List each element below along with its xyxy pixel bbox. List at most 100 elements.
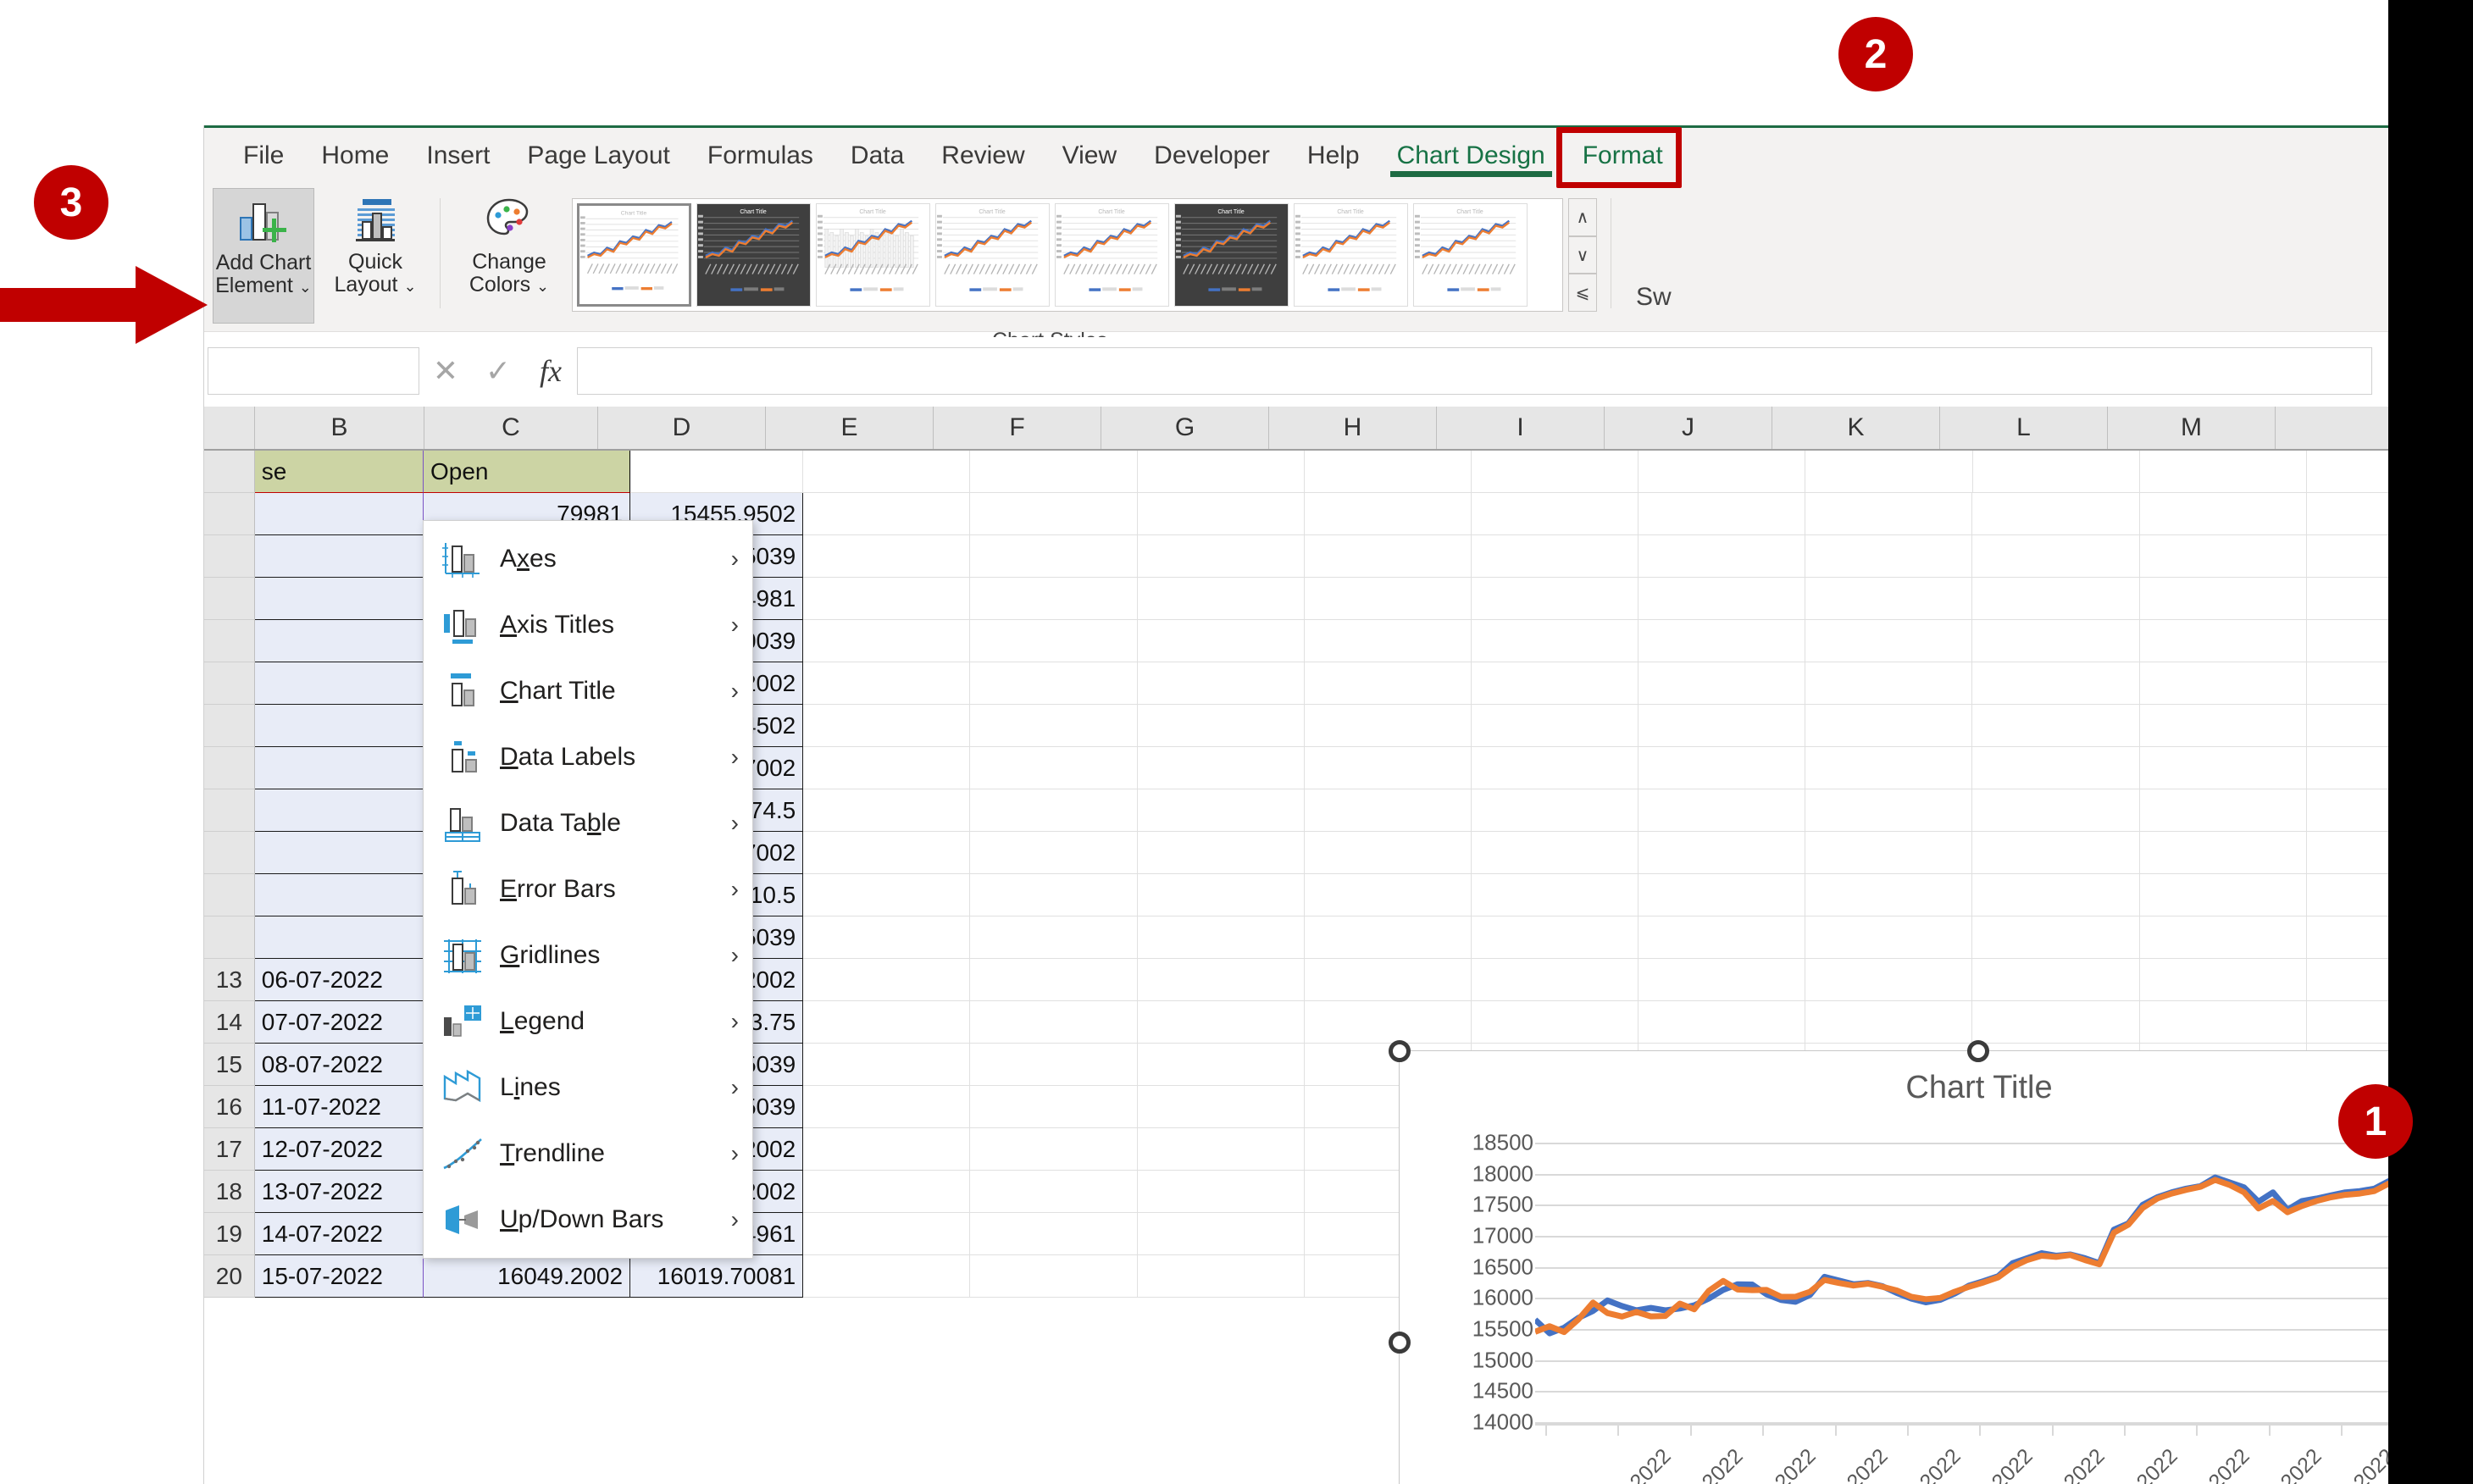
cell-blank[interactable] bbox=[803, 493, 971, 535]
cell-blank[interactable] bbox=[803, 1213, 971, 1255]
row-header[interactable] bbox=[204, 705, 255, 747]
menu-item-up-down-bars[interactable]: Up/Down Bars › bbox=[424, 1187, 752, 1253]
column-header-M[interactable]: M bbox=[2108, 407, 2276, 449]
switch-row-column-button[interactable]: Sw bbox=[1636, 283, 1672, 312]
cell-a-5[interactable] bbox=[254, 705, 424, 747]
cell-blank[interactable] bbox=[1304, 578, 1472, 620]
chart-style-thumb-8[interactable]: Chart Title bbox=[1413, 203, 1528, 307]
cell-blank[interactable] bbox=[803, 1171, 971, 1213]
column-header-J[interactable]: J bbox=[1605, 407, 1772, 449]
name-box[interactable] bbox=[208, 347, 419, 395]
gallery-scroll-down-button[interactable]: ∨ bbox=[1568, 235, 1597, 274]
cell-blank[interactable] bbox=[803, 578, 971, 620]
confirm-entry-icon[interactable]: ✓ bbox=[472, 347, 524, 395]
cell-blank[interactable] bbox=[1137, 874, 1305, 916]
row-header[interactable] bbox=[204, 535, 255, 578]
cell-blank[interactable] bbox=[1805, 578, 1973, 620]
cell-blank[interactable] bbox=[803, 451, 971, 493]
cell-blank[interactable] bbox=[1972, 916, 2140, 959]
cell-a-8[interactable] bbox=[254, 832, 424, 874]
row-header[interactable]: 15 bbox=[204, 1044, 255, 1086]
chart-handle-ml[interactable] bbox=[1389, 1332, 1411, 1354]
cell-blank[interactable] bbox=[803, 620, 971, 662]
cell-blank[interactable] bbox=[970, 1044, 1138, 1086]
cell-blank[interactable] bbox=[1805, 916, 1973, 959]
cell-blank[interactable] bbox=[970, 874, 1138, 916]
cell-a-12[interactable]: 07-07-2022 bbox=[254, 1001, 424, 1044]
row-header[interactable] bbox=[204, 789, 255, 832]
cell-blank[interactable] bbox=[1471, 832, 1639, 874]
cancel-entry-icon[interactable]: ✕ bbox=[419, 347, 472, 395]
cell-blank[interactable] bbox=[1639, 1001, 1806, 1044]
cell-blank[interactable] bbox=[1639, 493, 1806, 535]
cell-blank[interactable] bbox=[1972, 874, 2140, 916]
cell-blank[interactable] bbox=[2139, 578, 2307, 620]
row-header[interactable] bbox=[204, 747, 255, 789]
cell-a-7[interactable] bbox=[254, 789, 424, 832]
cell-blank[interactable] bbox=[1304, 1001, 1472, 1044]
menu-item-data-labels[interactable]: Data Labels › bbox=[424, 724, 752, 790]
row-header[interactable] bbox=[204, 451, 255, 493]
ribbon-tab-insert[interactable]: Insert bbox=[408, 136, 508, 175]
ribbon-tab-format[interactable]: Format bbox=[1564, 136, 1682, 175]
cell-blank[interactable] bbox=[2139, 451, 2307, 493]
cell-blank[interactable] bbox=[970, 578, 1138, 620]
cell-blank[interactable] bbox=[970, 705, 1138, 747]
cell-blank[interactable] bbox=[2139, 959, 2307, 1001]
cell-blank[interactable] bbox=[1639, 747, 1806, 789]
menu-item-error-bars[interactable]: Error Bars › bbox=[424, 856, 752, 922]
cell-blank[interactable] bbox=[1471, 578, 1639, 620]
row-header[interactable]: 14 bbox=[204, 1001, 255, 1044]
cell-blank[interactable] bbox=[2139, 1001, 2307, 1044]
cell-blank[interactable] bbox=[803, 959, 971, 1001]
cell-blank[interactable] bbox=[2139, 705, 2307, 747]
cell-blank[interactable] bbox=[803, 1255, 971, 1298]
cell-blank[interactable] bbox=[803, 789, 971, 832]
cell-blank[interactable] bbox=[1471, 535, 1639, 578]
cell-blank[interactable] bbox=[1137, 1086, 1305, 1128]
cell-blank[interactable] bbox=[1137, 789, 1305, 832]
cell-blank[interactable] bbox=[1639, 451, 1806, 493]
chart-title[interactable]: Chart Title bbox=[1400, 1070, 2473, 1106]
cell-blank[interactable] bbox=[1137, 916, 1305, 959]
cell-blank[interactable] bbox=[1137, 1128, 1305, 1171]
cell-blank[interactable] bbox=[803, 1128, 971, 1171]
cell-blank[interactable] bbox=[1137, 1001, 1305, 1044]
cell-blank[interactable] bbox=[970, 1255, 1138, 1298]
cell-c-18[interactable]: 16019.70081 bbox=[630, 1255, 804, 1298]
cell-blank[interactable] bbox=[803, 535, 971, 578]
row-header[interactable] bbox=[204, 620, 255, 662]
cell-blank[interactable] bbox=[1639, 662, 1806, 705]
cell-blank[interactable] bbox=[803, 832, 971, 874]
chart-handle-tc[interactable] bbox=[1967, 1040, 1989, 1062]
cell-blank[interactable] bbox=[803, 916, 971, 959]
cell-blank[interactable] bbox=[1639, 874, 1806, 916]
cell-blank[interactable] bbox=[1972, 832, 2140, 874]
change-colors-button[interactable]: Change Colors ⌄ bbox=[458, 188, 560, 324]
corner-select-all[interactable] bbox=[204, 407, 255, 449]
cell-blank[interactable] bbox=[1805, 1001, 1973, 1044]
cell-blank[interactable] bbox=[1471, 493, 1639, 535]
cell-blank[interactable] bbox=[1471, 1001, 1639, 1044]
cell-blank[interactable] bbox=[1137, 959, 1305, 1001]
column-header-K[interactable]: K bbox=[1772, 407, 1940, 449]
row-header[interactable]: 18 bbox=[204, 1171, 255, 1213]
column-header-I[interactable]: I bbox=[1437, 407, 1605, 449]
row-header[interactable]: 13 bbox=[204, 959, 255, 1001]
cell-blank[interactable] bbox=[1304, 662, 1472, 705]
ribbon-tab-file[interactable]: File bbox=[225, 136, 302, 175]
chart-style-thumb-3[interactable]: Chart Title bbox=[816, 203, 930, 307]
cell-blank[interactable] bbox=[1137, 747, 1305, 789]
cell-blank[interactable] bbox=[2139, 916, 2307, 959]
cell-blank[interactable] bbox=[1304, 535, 1472, 578]
cell-blank[interactable] bbox=[1639, 916, 1806, 959]
cell-blank[interactable] bbox=[1304, 493, 1472, 535]
cell-blank[interactable] bbox=[1639, 705, 1806, 747]
column-header-L[interactable]: L bbox=[1940, 407, 2108, 449]
cell-blank[interactable] bbox=[970, 832, 1138, 874]
row-header[interactable] bbox=[204, 874, 255, 916]
cell-b-18[interactable]: 16049.2002 bbox=[423, 1255, 631, 1298]
ribbon-tab-view[interactable]: View bbox=[1044, 136, 1135, 175]
menu-item-axes[interactable]: Axes › bbox=[424, 526, 752, 592]
cell-blank[interactable] bbox=[970, 535, 1138, 578]
